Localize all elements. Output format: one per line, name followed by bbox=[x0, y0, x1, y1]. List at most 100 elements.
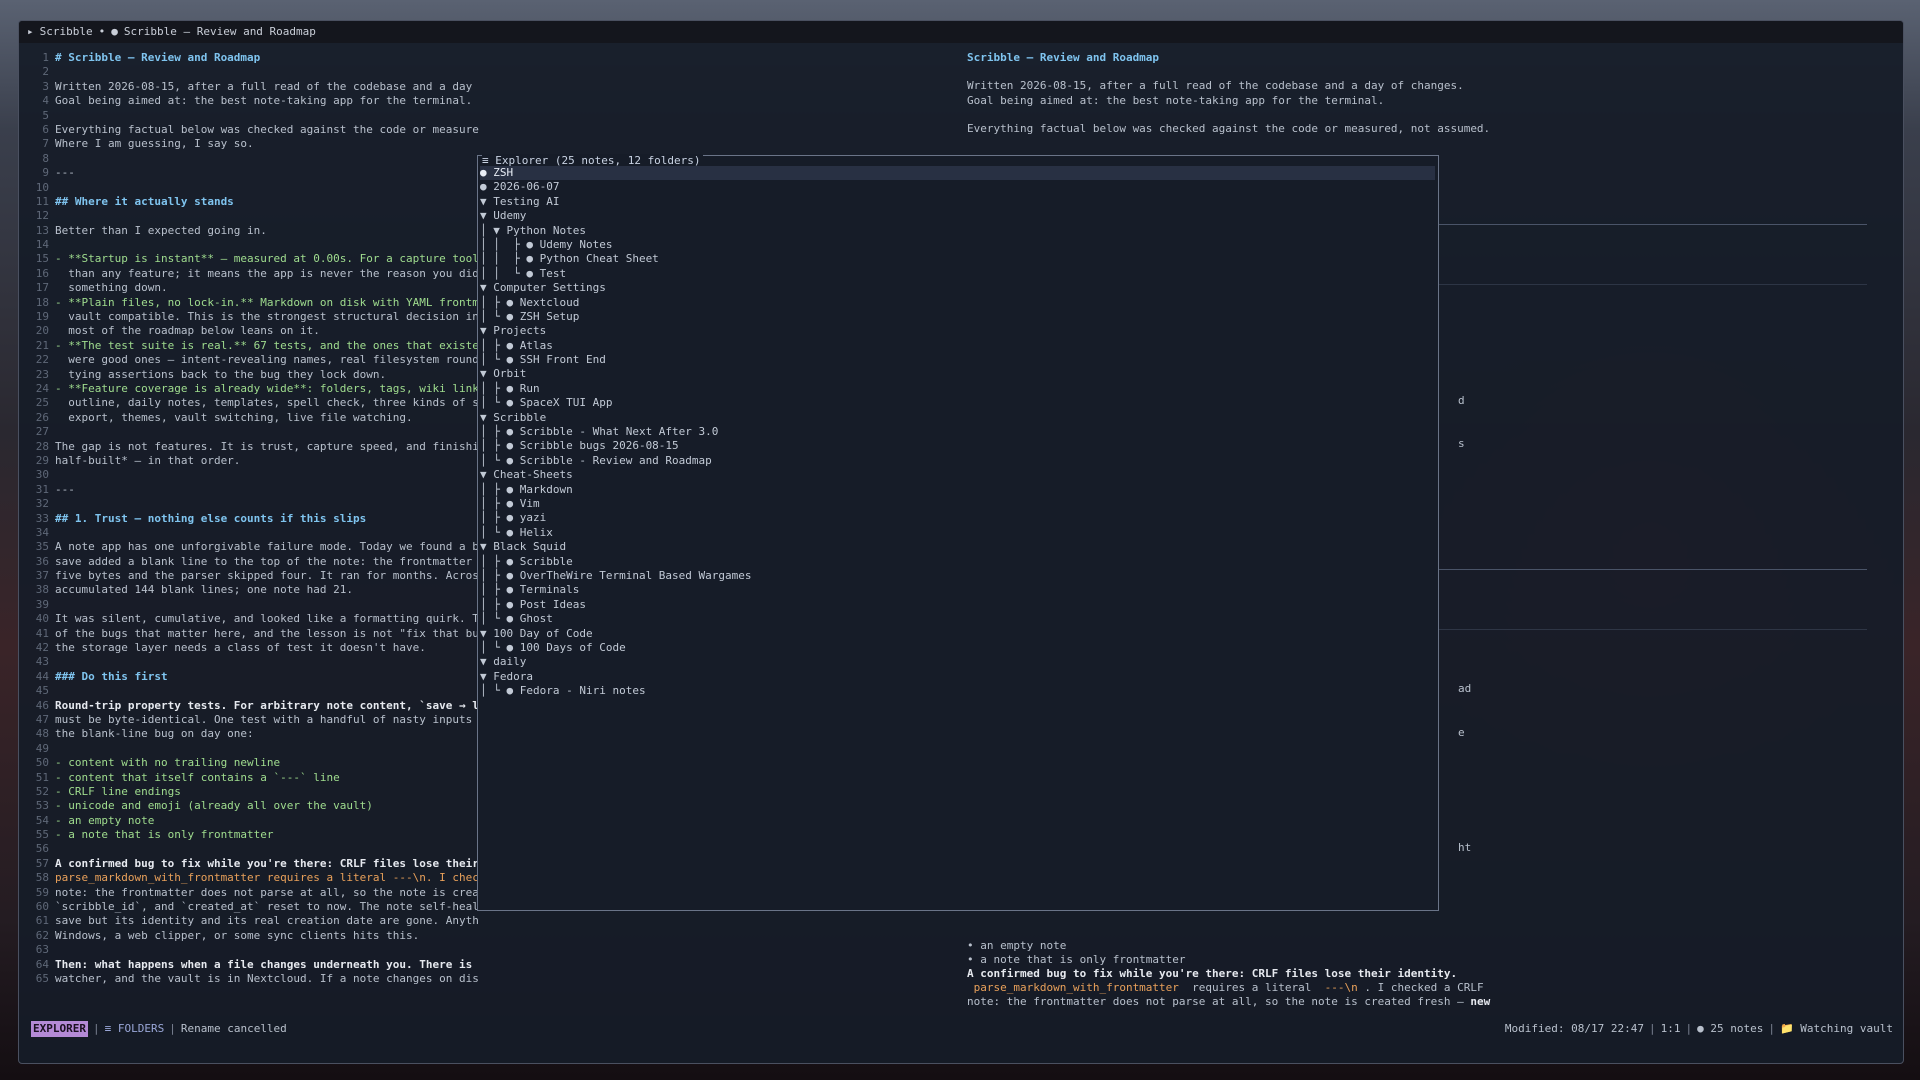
explorer-note[interactable]: │ │ └ ● Test bbox=[480, 267, 1435, 281]
explorer-note[interactable]: │ │ ├ ● Udemy Notes bbox=[480, 238, 1435, 252]
editor-line[interactable]: 53 - unicode and emoji (already all over … bbox=[19, 799, 479, 813]
editor-line[interactable]: 62 Windows, a web clipper, or some sync c… bbox=[19, 929, 479, 943]
explorer-note[interactable]: │ ├ ● Scribble - What Next After 3.0 bbox=[480, 425, 1435, 439]
explorer-folder[interactable]: ▼ Orbit bbox=[480, 367, 1435, 381]
explorer-note[interactable]: │ └ ● ZSH Setup bbox=[480, 310, 1435, 324]
editor-line[interactable]: 4 Goal being aimed at: the best note-taki… bbox=[19, 94, 479, 108]
explorer-modal[interactable]: ≡ Explorer (25 notes, 12 folders) ● ZSH ●… bbox=[477, 154, 1439, 911]
explorer-note[interactable]: │ └ ● Fedora - Niri notes bbox=[480, 684, 1435, 698]
explorer-note[interactable]: ● ZSH bbox=[480, 166, 1435, 181]
editor-line[interactable]: 22 were good ones — intent-revealing nam… bbox=[19, 353, 479, 367]
editor-line[interactable]: 60 `scribble_id`, and `created_at` reset … bbox=[19, 900, 479, 914]
editor-line[interactable]: 31 --- bbox=[19, 483, 479, 497]
explorer-folder[interactable]: ▼ Black Squid bbox=[480, 540, 1435, 554]
explorer-folder[interactable]: ▼ Udemy bbox=[480, 209, 1435, 223]
editor-line[interactable]: 39 bbox=[19, 598, 479, 612]
explorer-note[interactable]: │ └ ● Helix bbox=[480, 526, 1435, 540]
explorer-note[interactable]: │ ├ ● OverTheWire Terminal Based Wargame… bbox=[480, 569, 1435, 583]
editor-line[interactable]: 52 - CRLF line endings bbox=[19, 785, 479, 799]
editor-line[interactable]: 57 A confirmed bug to fix while you're th… bbox=[19, 857, 479, 871]
explorer-folder[interactable]: ▼ Testing AI bbox=[480, 195, 1435, 209]
editor-line[interactable]: 46 Round-trip property tests. For arbitra… bbox=[19, 699, 479, 713]
editor-line[interactable]: 11 ## Where it actually stands bbox=[19, 195, 479, 209]
editor-line[interactable]: 34 bbox=[19, 526, 479, 540]
editor-line[interactable]: 50 - content with no trailing newline bbox=[19, 756, 479, 770]
editor-line[interactable]: 5 bbox=[19, 109, 479, 123]
editor-line[interactable]: 2 bbox=[19, 65, 479, 79]
editor-line[interactable]: 41 of the bugs that matter here, and the … bbox=[19, 627, 479, 641]
editor-line[interactable]: 9 --- bbox=[19, 166, 479, 180]
editor-line[interactable]: 37 five bytes and the parser skipped four… bbox=[19, 569, 479, 583]
editor-line[interactable]: 45 bbox=[19, 684, 479, 698]
editor-line[interactable]: 21 - **The test suite is real.** 67 tests… bbox=[19, 339, 479, 353]
markdown-editor[interactable]: 1 # Scribble – Review and Roadmap 2 3 Writte… bbox=[19, 51, 479, 1011]
editor-line[interactable]: 6 Everything factual below was checked ag… bbox=[19, 123, 479, 137]
explorer-note[interactable]: │ └ ● SpaceX TUI App bbox=[480, 396, 1435, 410]
editor-line[interactable]: 26 export, themes, vault switching, live… bbox=[19, 411, 479, 425]
editor-line[interactable]: 43 bbox=[19, 655, 479, 669]
editor-line[interactable]: 55 - a note that is only frontmatter bbox=[19, 828, 479, 842]
editor-line[interactable]: 48 the blank-line bug on day one: bbox=[19, 727, 479, 741]
explorer-note[interactable]: │ ├ ● Vim bbox=[480, 497, 1435, 511]
folders-toggle[interactable]: ≡ FOLDERS bbox=[105, 1022, 165, 1035]
editor-line[interactable]: 17 something down. bbox=[19, 281, 479, 295]
editor-line[interactable]: 64 Then: what happens when a file changes… bbox=[19, 958, 479, 972]
editor-line[interactable]: 63 bbox=[19, 943, 479, 957]
explorer-note[interactable]: │ ├ ● Scribble bugs 2026-08-15 bbox=[480, 439, 1435, 453]
explorer-folder[interactable]: ▼ daily bbox=[480, 655, 1435, 669]
explorer-note[interactable]: │ ├ ● Terminals bbox=[480, 583, 1435, 597]
editor-line[interactable]: 23 tying assertions back to the bug they… bbox=[19, 368, 479, 382]
explorer-folder[interactable]: ▼ Projects bbox=[480, 324, 1435, 338]
editor-line[interactable]: 40 It was silent, cumulative, and looked … bbox=[19, 612, 479, 626]
explorer-folder[interactable]: ▼ Computer Settings bbox=[480, 281, 1435, 295]
editor-line[interactable]: 10 bbox=[19, 181, 479, 195]
editor-line[interactable]: 15 - **Startup is instant** — measured at… bbox=[19, 252, 479, 266]
editor-line[interactable]: 65 watcher, and the vault is in Nextcloud… bbox=[19, 972, 479, 986]
explorer-note[interactable]: │ ├ ● Markdown bbox=[480, 483, 1435, 497]
editor-line[interactable]: 7 Where I am guessing, I say so. bbox=[19, 137, 479, 151]
editor-line[interactable]: 27 bbox=[19, 425, 479, 439]
editor-line[interactable]: 56 bbox=[19, 842, 479, 856]
editor-line[interactable]: 33 ## 1. Trust — nothing else counts if t… bbox=[19, 512, 479, 526]
explorer-folder[interactable]: ▼ Cheat-Sheets bbox=[480, 468, 1435, 482]
editor-line[interactable]: 42 the storage layer needs a class of tes… bbox=[19, 641, 479, 655]
explorer-folder[interactable]: │ ▼ Python Notes bbox=[480, 224, 1435, 238]
editor-line[interactable]: 24 - **Feature coverage is already wide**… bbox=[19, 382, 479, 396]
editor-line[interactable]: 19 vault compatible. This is the stronge… bbox=[19, 310, 479, 324]
editor-line[interactable]: 44 ### Do this first bbox=[19, 670, 479, 684]
editor-line[interactable]: 58 parse_markdown_with_frontmatter requir… bbox=[19, 871, 479, 885]
explorer-note[interactable]: │ ├ ● Nextcloud bbox=[480, 296, 1435, 310]
explorer-note[interactable]: │ ├ ● yazi bbox=[480, 511, 1435, 525]
editor-line[interactable]: 18 - **Plain files, no lock-in.** Markdow… bbox=[19, 296, 479, 310]
editor-line[interactable]: 28 The gap is not features. It is trust, … bbox=[19, 440, 479, 454]
editor-line[interactable]: 20 most of the roadmap below leans on it… bbox=[19, 324, 479, 338]
editor-line[interactable]: 13 Better than I expected going in. bbox=[19, 224, 479, 238]
explorer-note[interactable]: │ │ ├ ● Python Cheat Sheet bbox=[480, 252, 1435, 266]
breadcrumb-vault[interactable]: Scribble bbox=[40, 25, 93, 38]
editor-line[interactable]: 32 bbox=[19, 497, 479, 511]
editor-line[interactable]: 49 bbox=[19, 742, 479, 756]
editor-line[interactable]: 35 A note app has one unforgivable failur… bbox=[19, 540, 479, 554]
editor-line[interactable]: 29 half-built* — in that order. bbox=[19, 454, 479, 468]
editor-line[interactable]: 12 bbox=[19, 209, 479, 223]
editor-line[interactable]: 25 outline, daily notes, templates, spel… bbox=[19, 396, 479, 410]
explorer-folder[interactable]: ▼ Fedora bbox=[480, 670, 1435, 684]
explorer-note[interactable]: │ └ ● Ghost bbox=[480, 612, 1435, 626]
explorer-folder[interactable]: ▼ 100 Day of Code bbox=[480, 627, 1435, 641]
editor-line[interactable]: 30 bbox=[19, 468, 479, 482]
editor-line[interactable]: 8 bbox=[19, 152, 479, 166]
breadcrumb-note[interactable]: Scribble – Review and Roadmap bbox=[124, 25, 316, 38]
explorer-note[interactable]: │ ├ ● Post Ideas bbox=[480, 598, 1435, 612]
editor-line[interactable]: 61 save but its identity and its real cre… bbox=[19, 914, 479, 928]
editor-line[interactable]: 38 accumulated 144 blank lines; one note … bbox=[19, 583, 479, 597]
editor-line[interactable]: 51 - content that itself contains a `---`… bbox=[19, 771, 479, 785]
explorer-note[interactable]: ● 2026-06-07 bbox=[480, 180, 1435, 194]
explorer-note[interactable]: │ └ ● SSH Front End bbox=[480, 353, 1435, 367]
editor-line[interactable]: 3 Written 2026-08-15, after a full read o… bbox=[19, 80, 479, 94]
editor-line[interactable]: 54 - an empty note bbox=[19, 814, 479, 828]
explorer-folder[interactable]: ▼ Scribble bbox=[480, 411, 1435, 425]
editor-line[interactable]: 36 save added a blank line to the top of … bbox=[19, 555, 479, 569]
explorer-tree[interactable]: ● ZSH ● 2026-06-07 ▼ Testing AI ▼ Udemy │ ▼ … bbox=[480, 166, 1435, 698]
explorer-note[interactable]: │ ├ ● Atlas bbox=[480, 339, 1435, 353]
editor-line[interactable]: 47 must be byte-identical. One test with … bbox=[19, 713, 479, 727]
